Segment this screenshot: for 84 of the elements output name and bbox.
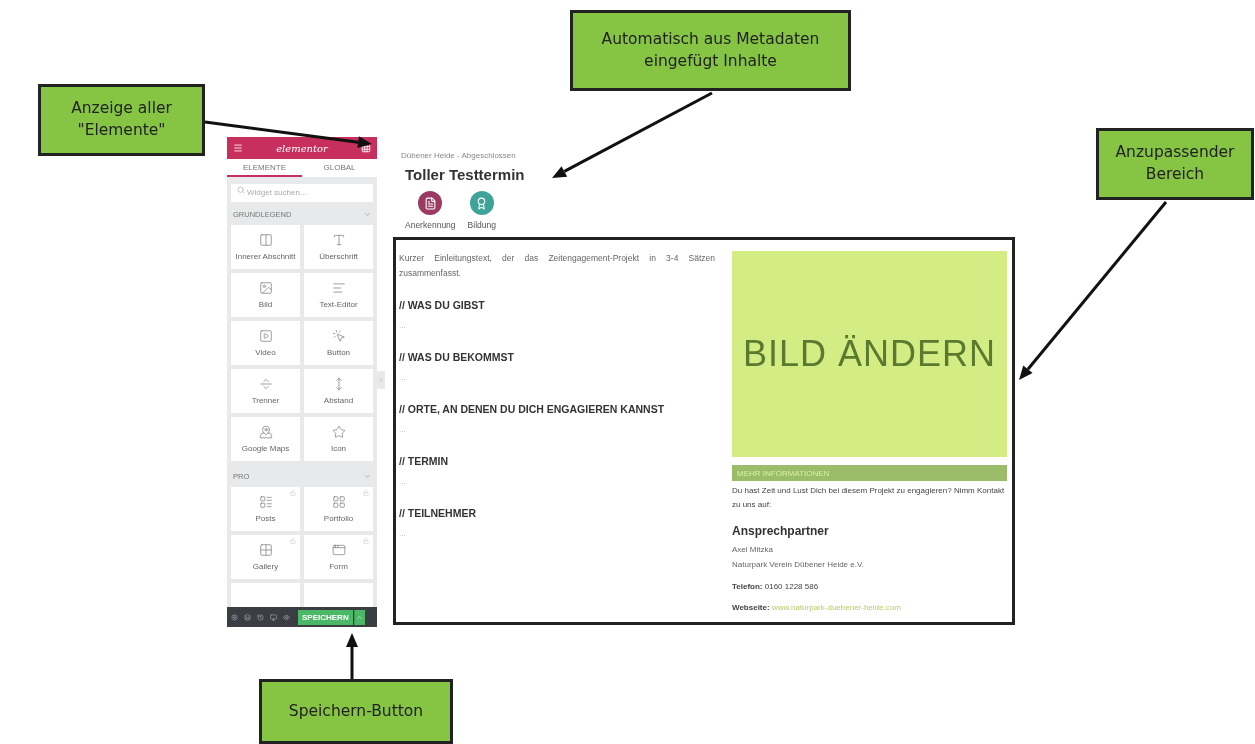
image-placeholder-text: BILD ÄNDERN: [742, 333, 997, 375]
widget-tile[interactable]: Portfolio: [304, 487, 373, 531]
contact-organization: Naturpark Verein Dübener Heide e.V.: [732, 559, 865, 571]
gallery-icon: [258, 543, 273, 557]
image-icon: [258, 281, 273, 295]
section-heading: // TEILNEHMER: [399, 507, 477, 519]
widget-tile[interactable]: Bild: [231, 273, 300, 317]
caret-icon: [356, 613, 364, 621]
callout: Anzupassender Bereich: [1096, 128, 1254, 200]
phone-line: Telefon: 0160 1228 586: [732, 581, 820, 593]
widget-label: Button: [326, 348, 351, 357]
widget-label: Icon: [330, 444, 347, 453]
widget-label: Abstand: [323, 396, 354, 405]
map-icon: [258, 425, 273, 439]
search-field[interactable]: Widget suchen...: [231, 183, 373, 202]
section-heading: // WAS DU BEKOMMST: [399, 351, 515, 363]
columns-icon: [258, 233, 273, 247]
widget-label: Bild: [258, 300, 273, 309]
widget-label: Posts: [255, 514, 276, 523]
grid-icon[interactable]: [361, 143, 371, 153]
widget-tile[interactable]: Form: [304, 535, 373, 579]
widget-label: Video: [255, 348, 276, 357]
monitor-icon[interactable]: [270, 613, 277, 621]
widget-label: Text-Editor: [319, 300, 358, 309]
info-text: Du hast Zeit und Lust Dich bei diesem Projekt zu engagieren? Nimm Kontakt zu uns auf:: [732, 485, 1006, 511]
widget-label: Portfolio: [323, 514, 354, 523]
section-text: ...: [399, 321, 407, 331]
chevron-icon: [378, 377, 384, 383]
chevron-icon[interactable]: [364, 210, 371, 218]
category-label: Anerkennung: [405, 220, 456, 230]
breadcrumb: Dübener Heide - Abgeschlossen: [401, 151, 517, 160]
history-icon[interactable]: [257, 613, 264, 621]
website-label: Webseite:: [732, 603, 770, 612]
section-text: ...: [399, 477, 407, 487]
section-text: ...: [399, 425, 407, 435]
info-bar: MEHR INFORMATIONEN: [732, 465, 1007, 481]
widget-label: Innerer Abschnitt: [235, 252, 296, 261]
widget-tile[interactable]: Abstand: [304, 369, 373, 413]
eye-icon[interactable]: [283, 613, 290, 621]
section-heading: // WAS DU GIBST: [399, 299, 486, 311]
widget-tile[interactable]: Video: [231, 321, 300, 365]
section-text: ...: [399, 373, 407, 383]
callout: Anzeige aller "Elemente": [38, 84, 205, 156]
widget-tile[interactable]: Text-Editor: [304, 273, 373, 317]
paragraph-icon: [331, 281, 346, 295]
logo: elementor: [276, 142, 328, 154]
widget-tile[interactable]: Icon: [304, 417, 373, 461]
menu-icon[interactable]: [233, 143, 243, 153]
list-icon: [258, 495, 273, 509]
grid-icon: [331, 495, 346, 509]
section-heading: // TERMIN: [399, 455, 449, 467]
text-icon: [331, 233, 346, 247]
widget-label: Überschrift: [319, 252, 358, 261]
chevron-icon[interactable]: [364, 472, 371, 480]
callout: Speichern-Button: [259, 679, 453, 744]
widget-tile[interactable]: Button: [304, 321, 373, 365]
widget-tile[interactable]: Trenner: [231, 369, 300, 413]
section-text: ...: [399, 529, 407, 539]
more-button[interactable]: [353, 609, 365, 625]
widget-tile[interactable]: Gallery: [231, 535, 300, 579]
pointer-icon: [331, 329, 346, 343]
section-heading: // ORTE, AN DENEN DU DICH ENGAGIEREN KANNST: [399, 403, 666, 415]
widget-tile[interactable]: Überschrift: [304, 225, 373, 269]
widget-tile[interactable]: Google Maps: [231, 417, 300, 461]
category-label: Bildung: [467, 220, 496, 230]
image-placeholder[interactable]: BILD ÄNDERN: [732, 251, 1007, 457]
play-icon: [258, 329, 273, 343]
divider-icon: [258, 377, 273, 391]
widget-label: Google Maps: [241, 444, 290, 453]
search-icon: [237, 186, 245, 194]
widget-tile[interactable]: Innerer Abschnitt: [231, 225, 300, 269]
widget-label: Form: [329, 562, 348, 571]
star-icon: [331, 425, 346, 439]
callout: Automatisch aus Metadaten eingefügt Inhalte: [570, 10, 851, 91]
form-icon: [331, 543, 346, 557]
widget-label: Gallery: [252, 562, 279, 571]
arrow: [346, 633, 358, 679]
widget-tile[interactable]: Posts: [231, 487, 300, 531]
intro-text: Kurzer Einleitungstext, der das Zeitengagement-Projekt in 3-4 Sätzen zusammenfasst.: [399, 252, 715, 280]
contact-name: Axel Mitzka: [732, 544, 774, 556]
collapse-handle[interactable]: [377, 371, 385, 389]
page-title: Toller Testtermin: [405, 166, 526, 183]
widget-label: Trenner: [251, 396, 280, 405]
contact-heading: Ansprechpartner: [732, 524, 830, 538]
